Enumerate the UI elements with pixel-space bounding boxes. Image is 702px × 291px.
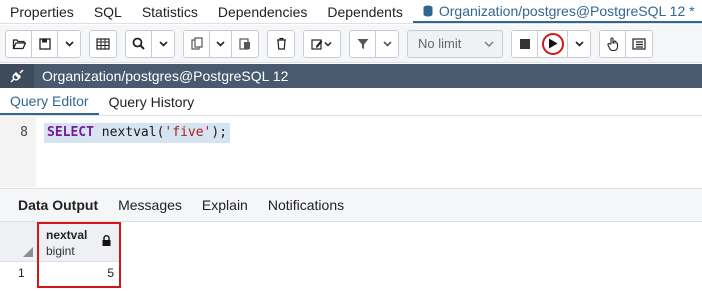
find-button[interactable] (126, 30, 152, 57)
paste-button[interactable] (232, 30, 258, 57)
tab-explain[interactable]: Explain (192, 197, 258, 213)
stop-button[interactable] (512, 30, 538, 57)
sql-function: nextval( (93, 125, 165, 140)
sql-keyword: SELECT (47, 125, 94, 140)
tab-notifications[interactable]: Notifications (258, 197, 354, 213)
save-dropdown-button[interactable] (58, 30, 80, 57)
folder-open-icon (11, 38, 26, 49)
tab-statistics-label: Statistics (141, 3, 198, 20)
filter-button[interactable] (350, 30, 376, 57)
tab-sql[interactable]: SQL (84, 0, 132, 23)
tab-sql-label: SQL (93, 3, 122, 20)
plug-disconnected-icon (10, 69, 24, 83)
database-icon (423, 5, 433, 17)
edit-button-group (303, 29, 341, 58)
tab-query-history-label: Query History (108, 93, 195, 110)
chevron-down-icon (64, 40, 74, 47)
execute-button-group (511, 29, 591, 58)
play-icon (548, 38, 557, 49)
panel-button[interactable] (626, 30, 652, 57)
chevron-down-icon (382, 40, 392, 47)
row-number[interactable]: 1 (0, 262, 38, 284)
delete-button-group (267, 29, 295, 58)
query-toolbar: No limit (0, 25, 702, 63)
tab-messages[interactable]: Messages (108, 197, 192, 213)
chevron-down-icon (216, 40, 225, 47)
find-dropdown-button[interactable] (152, 30, 174, 57)
sql-editor[interactable]: 8 SELECT nextval('five'); (0, 117, 702, 187)
open-file-button[interactable] (6, 30, 32, 57)
search-icon (132, 37, 145, 50)
tab-query-tool[interactable]: Organization/postgres@PostgreSQL 12 * (412, 0, 702, 23)
stop-icon (519, 38, 530, 49)
edit-button[interactable] (304, 30, 340, 57)
misc-button-group (599, 29, 653, 58)
sql-string-literal: 'five' (164, 125, 212, 140)
tab-query-tool-label: Organization/postgres@PostgreSQL 12 * (438, 2, 695, 19)
find-button-group (125, 29, 175, 58)
edit-data-button[interactable] (90, 30, 116, 57)
sql-statement-end: ); (211, 125, 228, 140)
tab-query-editor[interactable]: Query Editor (0, 88, 99, 115)
filter-button-group (349, 29, 399, 58)
pencil-dropdown-icon (311, 38, 332, 50)
save-icon (38, 37, 51, 50)
connection-status-icon[interactable] (0, 64, 34, 88)
row-limit-select[interactable]: No limit (407, 29, 503, 58)
hand-pointer-icon (606, 36, 618, 51)
paste-icon (239, 38, 250, 50)
chevron-down-icon (484, 41, 494, 47)
execute-button[interactable] (538, 30, 568, 57)
save-button[interactable] (32, 30, 58, 57)
line-gutter: 8 (0, 117, 36, 187)
tab-dependents-label: Dependents (327, 3, 403, 20)
chevron-down-icon (574, 40, 584, 47)
trash-icon (276, 37, 286, 50)
filter-icon (357, 38, 368, 49)
tab-data-output[interactable]: Data Output (8, 197, 108, 213)
tab-dependents[interactable]: Dependents (317, 0, 413, 23)
tab-statistics[interactable]: Statistics (132, 0, 208, 23)
line-number: 8 (20, 125, 28, 140)
corner-triangle-icon (23, 247, 33, 257)
copy-icon (190, 37, 203, 50)
delete-button[interactable] (268, 30, 294, 57)
panel-icon (632, 37, 646, 50)
top-tab-bar: Properties SQL Statistics Dependencies D… (0, 0, 702, 24)
result-highlight-box (37, 222, 121, 288)
select-all-corner[interactable] (0, 222, 38, 262)
tab-dependencies[interactable]: Dependencies (208, 0, 318, 23)
chevron-down-icon (158, 40, 168, 47)
tab-properties[interactable]: Properties (0, 0, 84, 23)
tab-query-history[interactable]: Query History (99, 88, 205, 115)
tab-query-editor-label: Query Editor (10, 92, 89, 109)
editor-tab-bar: Query Editor Query History (0, 88, 702, 116)
file-button-group (5, 29, 81, 58)
execute-highlight-ring (541, 32, 564, 55)
grid-button-group (89, 29, 117, 58)
filter-dropdown-button[interactable] (376, 30, 398, 57)
copy-dropdown-button[interactable] (210, 30, 232, 57)
row-limit-value: No limit (418, 36, 462, 51)
tab-dependencies-label: Dependencies (217, 3, 308, 20)
results-tab-bar: Data Output Messages Explain Notificatio… (0, 189, 702, 221)
tab-properties-label: Properties (10, 3, 74, 20)
copy-button[interactable] (184, 30, 210, 57)
connection-bar: Organization/postgres@PostgreSQL 12 (0, 64, 702, 88)
execute-dropdown-button[interactable] (568, 30, 590, 57)
connection-title: Organization/postgres@PostgreSQL 12 (42, 68, 289, 84)
hand-button[interactable] (600, 30, 626, 57)
clipboard-button-group (183, 29, 259, 58)
grid-icon (96, 37, 110, 50)
code-line[interactable]: SELECT nextval('five'); (44, 123, 231, 143)
